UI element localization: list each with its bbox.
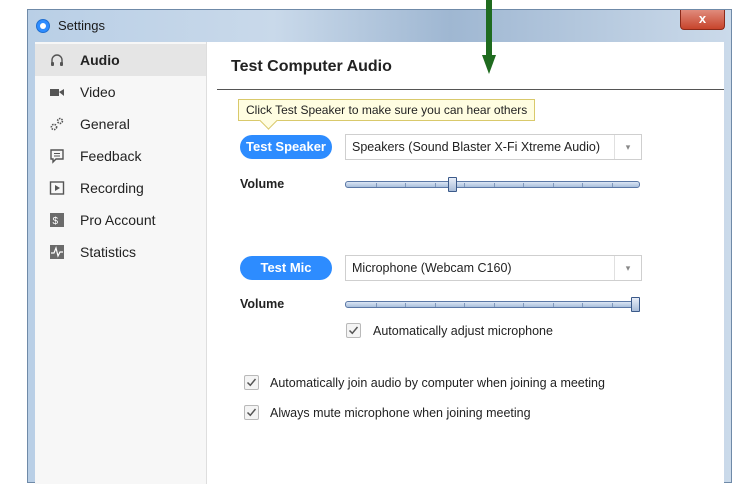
desktop-right-strip (732, 0, 746, 483)
mic-volume-thumb[interactable] (631, 297, 640, 312)
slider-tick (434, 183, 436, 187)
sidebar-item-label: Feedback (80, 148, 142, 164)
audio-settings-panel: Test Computer Audio Click Test Speaker t… (207, 42, 724, 484)
slider-tick (405, 183, 406, 187)
slider-tick (582, 183, 583, 187)
speaker-volume-label: Volume (240, 177, 285, 191)
slider-tick (552, 183, 554, 187)
sidebar-item-audio[interactable]: Audio (35, 44, 206, 76)
slider-tick (611, 303, 613, 307)
zoom-app-icon (36, 19, 50, 33)
auto-join-audio-label: Automatically join audio by computer whe… (270, 376, 605, 390)
window-title: Settings (58, 18, 105, 33)
slider-tick (523, 303, 524, 307)
sidebar-item-label: Audio (80, 52, 120, 68)
mic-volume-label: Volume (240, 297, 285, 311)
speaker-select[interactable]: Speakers (Sound Blaster X-Fi Xtreme Audi… (345, 134, 642, 160)
slider-tick (375, 183, 377, 187)
play-box-icon (49, 181, 65, 195)
close-button[interactable]: x (680, 10, 725, 30)
microphone-select[interactable]: Microphone (Webcam C160) ▾ (345, 255, 642, 281)
sidebar-item-label: Video (80, 84, 116, 100)
test-speaker-button[interactable]: Test Speaker (240, 135, 332, 159)
test-mic-button[interactable]: Test Mic (240, 256, 332, 280)
slider-tick (582, 303, 583, 307)
window-client: Audio Video General Feedback Recording $… (35, 42, 724, 484)
tooltip-text: Click Test Speaker to make sure you can … (246, 103, 528, 117)
sidebar-item-label: Statistics (80, 244, 137, 260)
chevron-down-icon: ▾ (614, 256, 641, 280)
slider-tick (434, 303, 436, 307)
checkmark-icon (246, 378, 257, 387)
svg-text:$: $ (53, 216, 59, 227)
gear-icon (50, 117, 64, 131)
sidebar-item-statistics[interactable]: Statistics (35, 236, 206, 268)
settings-sidebar: Audio Video General Feedback Recording $… (35, 42, 207, 484)
mic-volume-slider[interactable] (345, 301, 640, 308)
slider-tick (464, 183, 465, 187)
sidebar-item-label: General (80, 116, 130, 132)
video-camera-icon (50, 89, 64, 96)
slider-tick (523, 183, 524, 187)
title-divider (217, 89, 724, 90)
checkmark-icon (348, 326, 359, 335)
headphones-icon (51, 54, 63, 66)
auto-adjust-mic-label: Automatically adjust microphone (373, 324, 553, 338)
chevron-down-icon: ▾ (614, 135, 641, 159)
sidebar-item-pro-account[interactable]: $ Pro Account (35, 204, 206, 236)
desktop-left-strip (0, 0, 27, 483)
slider-tick (493, 183, 495, 187)
speaker-tooltip: Click Test Speaker to make sure you can … (238, 99, 536, 130)
checkmark-icon (246, 408, 257, 417)
speaker-select-value: Speakers (Sound Blaster X-Fi Xtreme Audi… (352, 140, 601, 154)
sidebar-item-feedback[interactable]: Feedback (35, 140, 206, 172)
auto-join-audio-checkbox[interactable] (244, 375, 259, 390)
sidebar-item-label: Recording (80, 180, 144, 196)
annotation-arrow-icon (482, 0, 496, 74)
speaker-volume-thumb[interactable] (447, 177, 457, 192)
title-bar[interactable]: Settings x (28, 10, 731, 42)
page-title: Test Computer Audio (231, 58, 392, 75)
slider-tick (405, 303, 406, 307)
dollar-box-icon: $ (50, 213, 64, 227)
chat-bubble-icon (50, 149, 64, 164)
sidebar-item-general[interactable]: General (35, 108, 206, 140)
slider-tick (464, 303, 465, 307)
always-mute-mic-checkbox[interactable] (244, 405, 259, 420)
slider-tick (493, 303, 495, 307)
slider-tick (552, 303, 554, 307)
sidebar-item-recording[interactable]: Recording (35, 172, 206, 204)
auto-adjust-mic-checkbox[interactable] (346, 323, 361, 338)
slider-tick (375, 303, 377, 307)
microphone-select-value: Microphone (Webcam C160) (352, 261, 512, 275)
settings-window: Settings x Audio Video General Feedback (27, 9, 732, 484)
speaker-volume-slider[interactable] (345, 181, 640, 188)
always-mute-mic-label: Always mute microphone when joining meet… (270, 406, 531, 420)
pulse-icon (50, 245, 64, 259)
sidebar-item-label: Pro Account (80, 212, 156, 228)
slider-tick (611, 183, 613, 187)
sidebar-item-video[interactable]: Video (35, 76, 206, 108)
